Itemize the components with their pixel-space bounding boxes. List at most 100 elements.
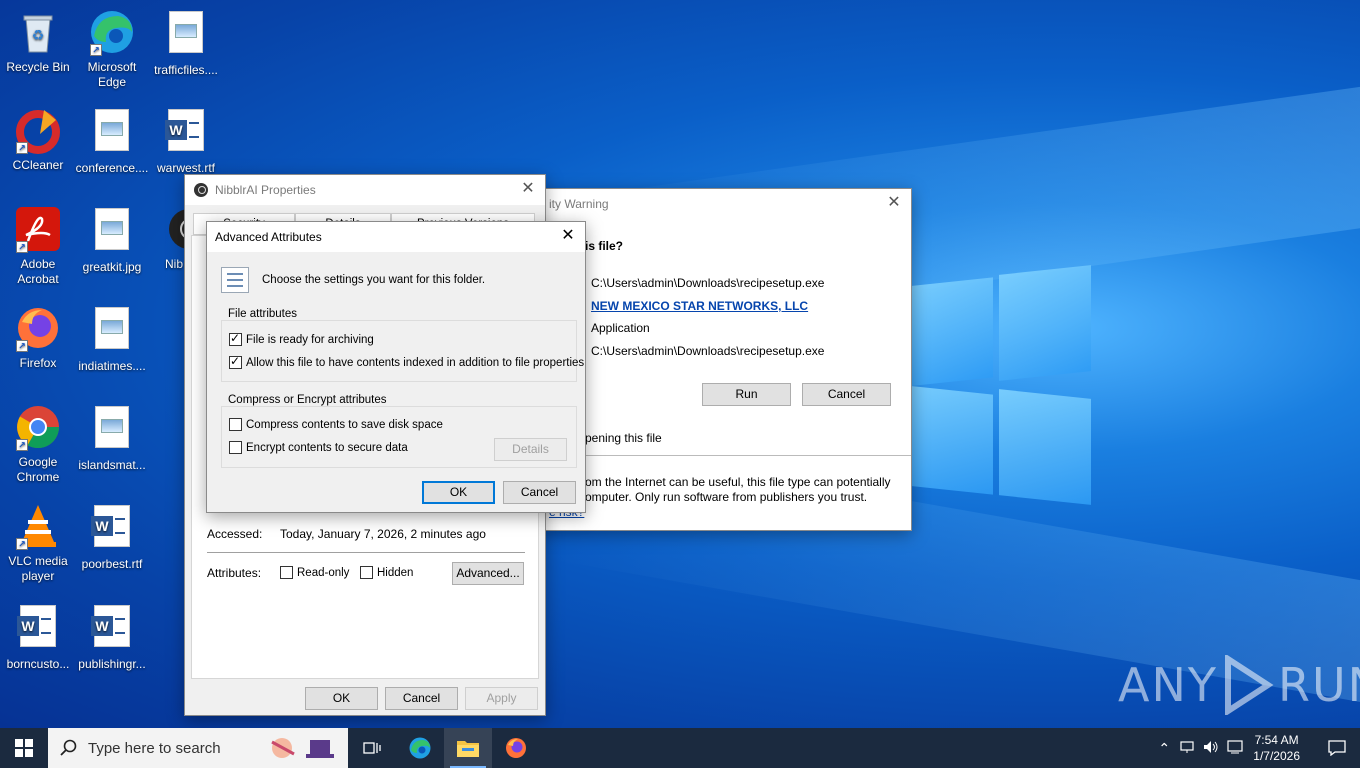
readonly-checkbox[interactable]: Read-only: [280, 566, 349, 579]
desktop-icon-adobe-acrobat[interactable]: ↗ Adobe Acrobat: [0, 205, 76, 287]
notification-icon: [1328, 740, 1346, 756]
start-button[interactable]: [0, 728, 48, 768]
run-button[interactable]: Run: [702, 383, 791, 406]
word-document-icon: W: [88, 505, 136, 553]
acrobat-icon: ↗: [14, 205, 62, 253]
close-icon[interactable]: ✕: [559, 228, 577, 246]
desktop-icon-ccleaner[interactable]: ↗ CCleaner: [0, 106, 76, 173]
desktop-icon-indiatimes[interactable]: indiatimes....: [74, 304, 150, 374]
always-ask-checkbox-label: pening this file: [585, 431, 662, 445]
attributes-label: Attributes:: [207, 566, 262, 580]
play-icon: [1224, 655, 1274, 715]
desktop-icon-warwest[interactable]: W warwest.rtf: [148, 106, 224, 176]
desktop-icon-google-chrome[interactable]: ↗ Google Chrome: [0, 403, 76, 485]
system-tray: ⌃ 7:54 AM 1/7/2026: [1153, 728, 1360, 768]
advanced-button[interactable]: Advanced...: [452, 562, 524, 585]
image-file-icon: [88, 406, 136, 454]
security-warning-titlebar: ity Warning ✕: [541, 189, 911, 219]
taskbar-edge[interactable]: [396, 728, 444, 768]
file-from-value: C:\Users\admin\Downloads\recipesetup.exe: [591, 344, 825, 358]
taskbar-clock[interactable]: 7:54 AM 1/7/2026: [1253, 732, 1300, 764]
taskbar: Type here to search ⌃ 7:54 AM 1/7/2026: [0, 728, 1360, 768]
word-document-icon: W: [88, 605, 136, 653]
desktop-icon-conference[interactable]: conference....: [74, 106, 150, 176]
compress-checkbox[interactable]: Compress contents to save disk space: [229, 418, 443, 431]
properties-titlebar: NibblrAI Properties ✕: [185, 175, 545, 205]
security-cancel-button[interactable]: Cancel: [802, 383, 891, 406]
network-icon[interactable]: [1175, 740, 1199, 757]
index-checkbox[interactable]: Allow this file to have contents indexed…: [229, 354, 584, 369]
image-file-icon: [88, 109, 136, 157]
chevron-up-icon[interactable]: ⌃: [1153, 740, 1175, 757]
ime-icon[interactable]: [1223, 739, 1247, 757]
svg-text:♻: ♻: [32, 27, 45, 43]
close-icon[interactable]: ✕: [885, 195, 903, 213]
edge-icon: [409, 737, 431, 759]
file-name-value: C:\Users\admin\Downloads\recipesetup.exe: [591, 276, 825, 290]
vlc-icon: ↗: [14, 502, 62, 550]
properties-ok-button[interactable]: OK: [305, 687, 378, 710]
taskbar-file-explorer[interactable]: [444, 728, 492, 768]
publisher-link[interactable]: NEW MEXICO STAR NETWORKS, LLC: [591, 299, 808, 313]
file-attributes-group: [221, 320, 577, 382]
taskbar-search-box[interactable]: Type here to search: [48, 728, 348, 768]
desktop: ANY RUN ♻ Recycle Bin ↗ CCleaner ↗ Adobe…: [0, 0, 1360, 728]
volume-icon[interactable]: [1199, 740, 1223, 757]
desktop-icon-firefox[interactable]: ↗ Firefox: [0, 304, 76, 371]
firefox-icon: [506, 738, 526, 758]
archive-checkbox[interactable]: File is ready for archiving: [229, 331, 374, 346]
properties-cancel-button[interactable]: Cancel: [385, 687, 458, 710]
desktop-icon-borncusto[interactable]: W borncusto...: [0, 602, 76, 672]
task-view-button[interactable]: [348, 728, 396, 768]
warning-text-line1: om the Internet can be useful, this file…: [585, 475, 891, 489]
details-button[interactable]: Details: [494, 438, 567, 461]
warning-text-line2: omputer. Only run software from publishe…: [585, 490, 868, 504]
desktop-icon-greatkit[interactable]: greatkit.jpg: [74, 205, 150, 275]
desktop-icon-islandsmat[interactable]: islandsmat...: [74, 403, 150, 473]
close-icon[interactable]: ✕: [519, 181, 537, 199]
file-attributes-label: File attributes: [226, 308, 300, 320]
edge-icon: ↗: [88, 8, 136, 56]
wallpaper-windows-logo: [905, 258, 1095, 508]
encrypt-checkbox[interactable]: Encrypt contents to secure data: [229, 441, 408, 454]
ccleaner-icon: ↗: [14, 106, 62, 154]
compress-encrypt-label: Compress or Encrypt attributes: [226, 394, 389, 406]
search-icon: [60, 739, 77, 756]
desktop-icon-publishingr[interactable]: W publishingr...: [74, 602, 150, 672]
desktop-icon-recycle-bin[interactable]: ♻ Recycle Bin: [0, 8, 76, 75]
image-file-icon: [162, 11, 210, 59]
advanced-intro-text: Choose the settings you want for this fo…: [262, 274, 486, 286]
advanced-ok-button[interactable]: OK: [422, 481, 495, 504]
notification-center-button[interactable]: [1314, 728, 1360, 768]
divider: [207, 552, 525, 553]
desktop-icon-vlc[interactable]: ↗ VLC media player: [0, 502, 76, 584]
image-file-icon: [88, 307, 136, 355]
folder-settings-icon: [221, 267, 249, 293]
task-view-icon: [363, 742, 381, 754]
search-highlight-graphic: [264, 732, 336, 764]
desktop-icon-nibblrai[interactable]: Nib: [148, 205, 188, 272]
desktop-icon-poorbest[interactable]: W poorbest.rtf: [74, 502, 150, 572]
anyrun-watermark: ANY RUN: [1118, 655, 1360, 715]
image-file-icon: [88, 208, 136, 256]
firefox-icon: ↗: [14, 304, 62, 352]
word-document-icon: W: [14, 605, 62, 653]
accessed-label: Accessed:: [207, 527, 263, 541]
taskbar-firefox[interactable]: [492, 728, 540, 768]
desktop-icon-microsoft-edge[interactable]: ↗ Microsoft Edge: [74, 8, 150, 90]
windows-start-icon: [15, 739, 33, 757]
properties-apply-button[interactable]: Apply: [465, 687, 538, 710]
file-type-value: Application: [591, 321, 650, 335]
hidden-checkbox[interactable]: Hidden: [360, 566, 413, 579]
advanced-attributes-dialog: Advanced Attributes ✕ Choose the setting…: [206, 221, 586, 513]
folder-icon: [457, 741, 479, 757]
divider: [547, 455, 911, 456]
advanced-cancel-button[interactable]: Cancel: [503, 481, 576, 504]
recycle-bin-icon: ♻: [14, 8, 62, 56]
desktop-icon-trafficfiles[interactable]: trafficfiles....: [148, 8, 224, 78]
security-question: is file?: [585, 239, 624, 253]
nibblrai-app-icon: [194, 183, 208, 197]
accessed-value: Today, January 7, 2026, 2 minutes ago: [280, 527, 486, 541]
advanced-attributes-titlebar: Advanced Attributes ✕: [207, 222, 585, 252]
word-document-icon: W: [162, 109, 210, 157]
